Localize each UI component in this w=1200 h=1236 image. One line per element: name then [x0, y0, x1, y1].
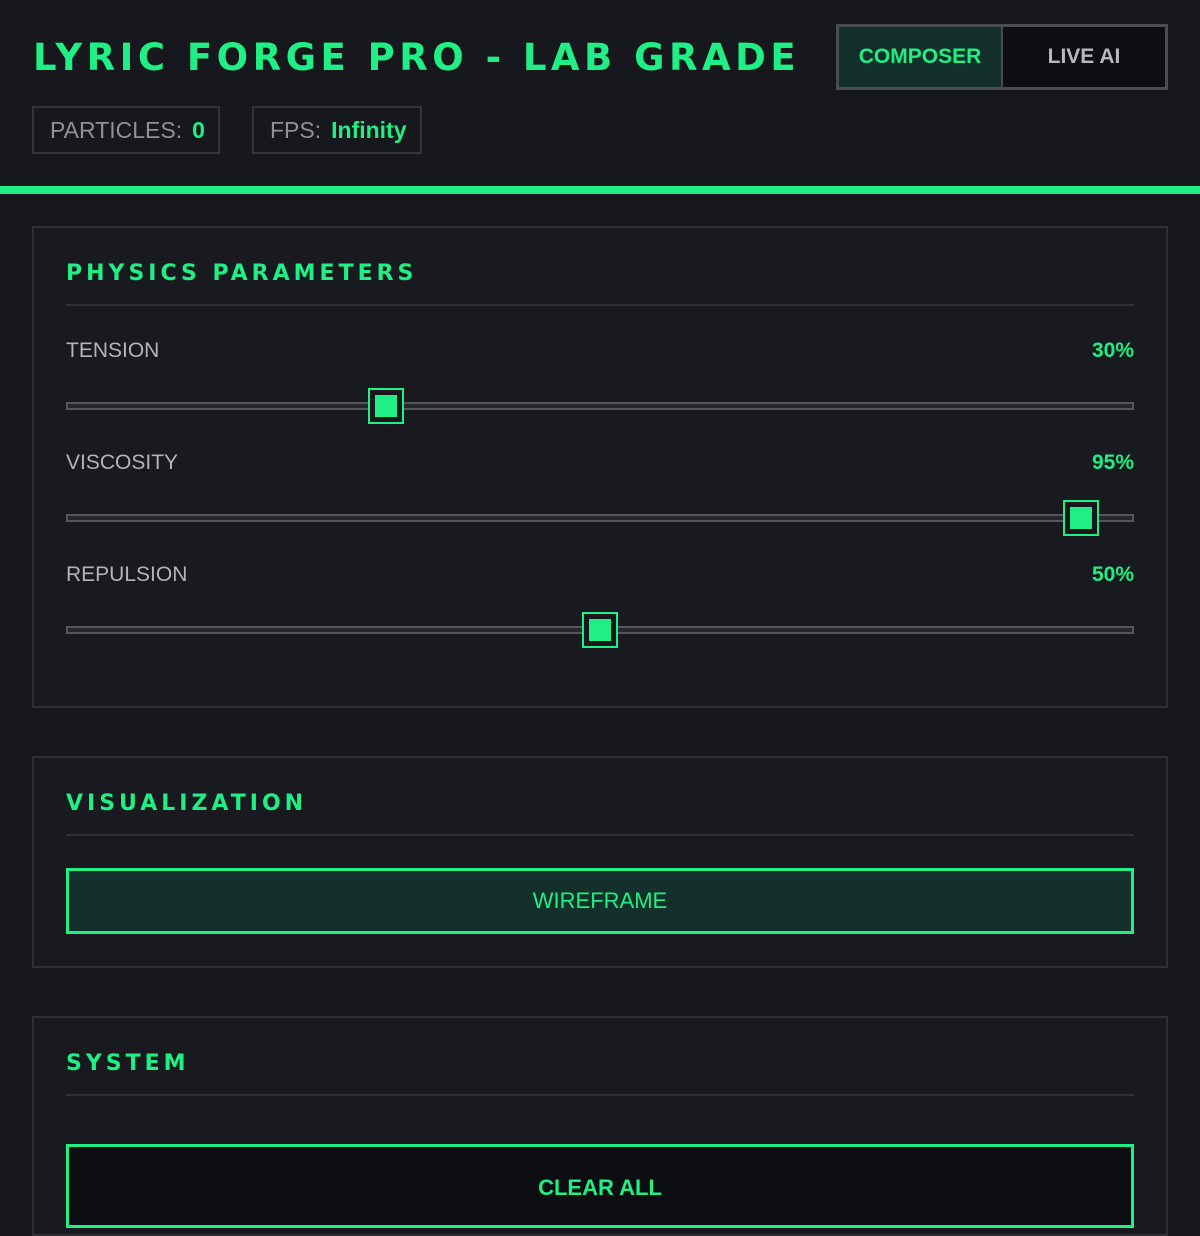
viscosity-value: 95% [1091, 451, 1134, 474]
slider-thumb[interactable] [582, 612, 618, 648]
panel-divider [66, 304, 1134, 306]
panel-divider [66, 1094, 1134, 1096]
fps-value: Infinity [331, 116, 407, 143]
header-accent-bar [0, 186, 1200, 194]
panel-title: PHYSICS PARAMETERS [66, 261, 418, 286]
visualization-panel: VISUALIZATION WIREFRAME [32, 756, 1168, 968]
particles-value: 0 [192, 116, 205, 143]
slider-thumb[interactable] [368, 388, 405, 424]
viscosity-slider[interactable] [66, 500, 1134, 536]
live-ai-mode-button[interactable]: LIVE AI [1003, 27, 1165, 87]
slider-thumb[interactable] [1062, 500, 1099, 536]
fps-label: FPS: [270, 116, 322, 143]
system-panel: SYSTEM CLEAR ALL [32, 1016, 1168, 1236]
particles-label: PARTICLES: [50, 116, 183, 143]
slider-track[interactable] [66, 514, 1134, 522]
repulsion-slider[interactable] [66, 612, 1134, 648]
slider-track[interactable] [66, 402, 1134, 410]
particles-counter: PARTICLES: 0 [32, 106, 220, 154]
wireframe-button[interactable]: WIREFRAME [66, 868, 1134, 934]
app-title: LYRIC FORGE PRO - LAB GRADE [33, 36, 801, 79]
panel-title: VISUALIZATION [66, 791, 308, 816]
fps-counter: FPS: Infinity [252, 106, 422, 154]
tension-slider[interactable] [66, 388, 1134, 424]
tension-label: TENSION [66, 339, 160, 362]
repulsion-value: 50% [1091, 563, 1134, 586]
panel-divider [66, 834, 1134, 836]
tension-value: 30% [1091, 339, 1134, 362]
physics-parameters-panel: PHYSICS PARAMETERS TENSION 30% VISCOSITY… [32, 226, 1168, 708]
mode-toggle: COMPOSER LIVE AI [836, 24, 1168, 90]
panel-title: SYSTEM [66, 1051, 190, 1076]
repulsion-label: REPULSION [66, 563, 188, 586]
composer-mode-button[interactable]: COMPOSER [839, 27, 1003, 87]
app-header: LYRIC FORGE PRO - LAB GRADE COMPOSER LIV… [0, 0, 1200, 186]
clear-all-button[interactable]: CLEAR ALL [66, 1144, 1134, 1228]
viscosity-label: VISCOSITY [66, 451, 179, 474]
